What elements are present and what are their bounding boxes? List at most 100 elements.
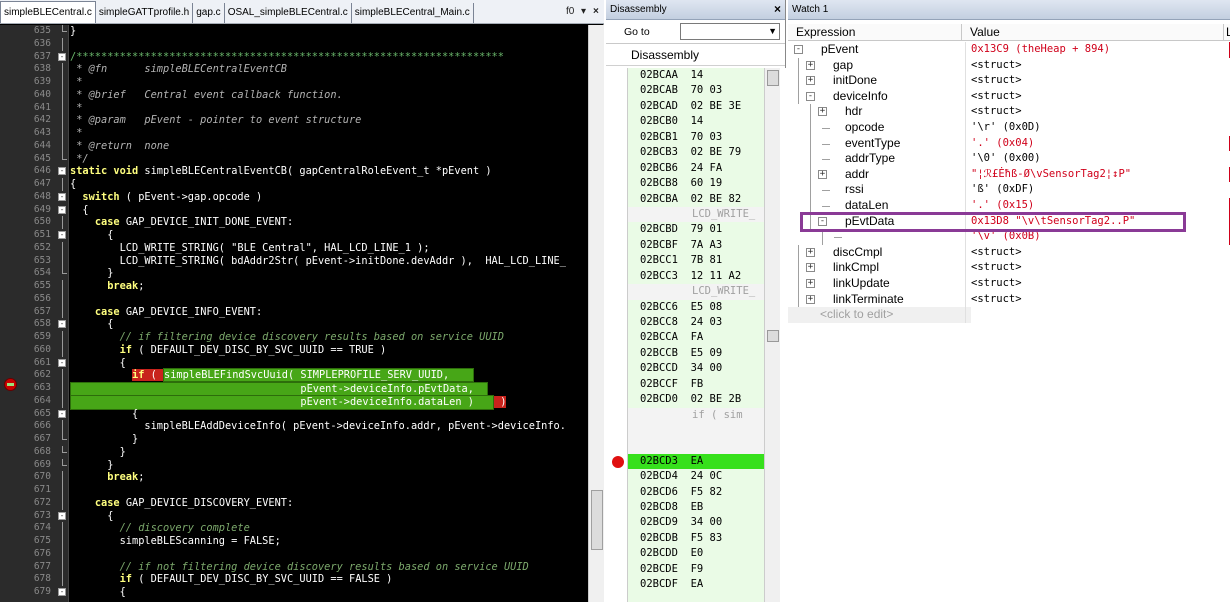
- watch-value[interactable]: <struct>: [966, 89, 1226, 105]
- fold-collapse-icon[interactable]: -: [58, 205, 66, 214]
- code-line[interactable]: */: [70, 153, 588, 166]
- watch-value[interactable]: '\r' (0x0D): [966, 120, 1226, 136]
- code-area[interactable]: 635 636 637-638 639 640 641 642 643 644 645 646-64…: [0, 25, 588, 602]
- line-number[interactable]: 673-: [0, 510, 68, 523]
- expand-icon[interactable]: +: [818, 107, 827, 117]
- fold-collapse-icon[interactable]: -: [58, 358, 66, 367]
- click-to-edit[interactable]: <click to edit>: [788, 307, 966, 323]
- disassembly-line[interactable]: 02BCAD 02 BE 3E: [628, 99, 764, 114]
- code-line[interactable]: /***************************************…: [70, 51, 588, 64]
- fold-collapse-icon[interactable]: -: [58, 231, 66, 239]
- watch-row[interactable]: opcode '\r' (0x0D): [788, 119, 1230, 136]
- file-tab-simpleblecentral-main-c[interactable]: simpleBLECentral_Main.c: [352, 3, 474, 23]
- watch-expression[interactable]: + linkUpdate: [788, 275, 966, 292]
- disassembly-line[interactable]: 02BCDD E0: [628, 546, 764, 561]
- watch-row[interactable]: - pEvent 0x13C9 (theHeap + 894): [788, 42, 1230, 58]
- watch-value[interactable]: 0x13C9 (theHeap + 894): [966, 42, 1226, 58]
- disassembly-source-line[interactable]: LCD_WRITE_: [628, 284, 764, 300]
- disassembly-line[interactable]: 02BCCD 34 00: [628, 361, 764, 376]
- function-list-dropdown[interactable]: f0: [566, 6, 574, 17]
- watch-value[interactable]: <struct>: [966, 276, 1226, 292]
- code-line[interactable]: }: [70, 267, 588, 280]
- collapse-icon[interactable]: -: [794, 45, 803, 54]
- watch-value[interactable]: '.' (0x15): [966, 198, 1226, 214]
- disassembly-line[interactable]: 02BCBF 7A A3: [628, 238, 764, 253]
- line-number-gutter[interactable]: 635 636 637-638 639 640 641 642 643 644 645 646-64…: [0, 25, 69, 602]
- expand-icon[interactable]: +: [818, 169, 827, 179]
- code-line[interactable]: break;: [70, 471, 588, 484]
- disassembly-listing[interactable]: 02BCAA 14 02BCAB 70 03 02BCAD 02 BE 3E 02BC…: [606, 68, 786, 602]
- watch-row[interactable]: - deviceInfo <struct>: [788, 88, 1230, 105]
- code-line[interactable]: if ( DEFAULT_DEV_DISC_BY_SVC_UUID == FAL…: [70, 573, 588, 586]
- breakpoint-icon[interactable]: [612, 456, 624, 468]
- file-tab-simplegattprofile-h[interactable]: simpleGATTprofile.h: [96, 3, 194, 23]
- code-line[interactable]: }: [70, 433, 588, 446]
- watch-value[interactable]: <struct>: [966, 104, 1226, 120]
- col-value[interactable]: Value: [962, 24, 1224, 40]
- disassembly-scrollbar[interactable]: [764, 68, 780, 602]
- tab-dropdown-icon[interactable]: ▾: [581, 6, 586, 17]
- watch-add-row[interactable]: <click to edit>: [788, 307, 1230, 323]
- disassembly-lines[interactable]: 02BCAA 14 02BCAB 70 03 02BCAD 02 BE 3E 02BC…: [628, 68, 764, 602]
- line-number[interactable]: 652: [0, 241, 68, 255]
- file-tab-osal-simpleblecentral-c[interactable]: OSAL_simpleBLECentral.c: [225, 3, 352, 23]
- code-line[interactable]: // if filtering device discovery results…: [70, 331, 588, 344]
- watch-value[interactable]: <struct>: [966, 245, 1226, 261]
- watch-expression[interactable]: + hdr: [788, 104, 966, 120]
- code-line[interactable]: pEvent->deviceInfo.pEvtData,: [70, 382, 588, 397]
- watch-row[interactable]: '\v' (0x0B): [788, 229, 1230, 245]
- line-number[interactable]: 659: [0, 331, 68, 344]
- line-number[interactable]: 637-: [0, 51, 68, 64]
- line-number[interactable]: 667: [0, 433, 68, 446]
- line-number[interactable]: 660: [0, 343, 68, 357]
- code-line[interactable]: }: [70, 446, 588, 459]
- disassembly-line[interactable]: 02BCB3 02 BE 79: [628, 145, 764, 160]
- col-location[interactable]: L: [1224, 24, 1230, 40]
- expand-icon[interactable]: +: [806, 60, 815, 70]
- code-line[interactable]: }: [70, 459, 588, 472]
- watch-expression[interactable]: rssi: [788, 182, 966, 198]
- watch-row[interactable]: rssi 'ß' (0xDF): [788, 182, 1230, 198]
- fold-collapse-icon[interactable]: -: [58, 511, 66, 520]
- watch-value[interactable]: "¦ℛ£Ėħß-Ø\vSensorTag2¦↕P": [966, 167, 1226, 183]
- code-line[interactable]: [70, 293, 588, 306]
- watch-expression[interactable]: - pEvent: [788, 42, 966, 58]
- code-line[interactable]: {: [70, 229, 588, 242]
- disassembly-current-line[interactable]: 02BCD3 EA: [628, 453, 764, 470]
- line-number[interactable]: 642: [0, 114, 68, 127]
- line-number[interactable]: 674: [0, 522, 68, 535]
- editor-scrollbar-thumb[interactable]: [591, 490, 603, 550]
- code-line[interactable]: pEvent->deviceInfo.dataLen ) ): [70, 394, 588, 410]
- line-number[interactable]: 655: [0, 280, 68, 293]
- disassembly-line[interactable]: 02BCB0 14: [628, 114, 764, 129]
- watch-expression[interactable]: - deviceInfo: [788, 88, 966, 105]
- code-line[interactable]: * @return none: [70, 140, 588, 153]
- watch-row[interactable]: - pEvtData 0x13D8 "\v\tSensorTag2..P": [788, 213, 1230, 230]
- code-line[interactable]: {: [70, 204, 588, 217]
- code-line[interactable]: }: [70, 25, 588, 38]
- line-number[interactable]: 650: [0, 216, 68, 229]
- watch-expression[interactable]: addrType: [788, 151, 966, 167]
- watch-row[interactable]: addrType '\0' (0x00): [788, 151, 1230, 167]
- goto-input[interactable]: ▼: [680, 23, 780, 40]
- code-line[interactable]: static void simpleBLECentralEventCB( gap…: [70, 165, 588, 178]
- fold-collapse-icon[interactable]: -: [58, 167, 66, 176]
- code-line[interactable]: switch ( pEvent->gap.opcode ): [70, 191, 588, 204]
- line-number[interactable]: 648-: [0, 191, 68, 204]
- disassembly-line[interactable]: 02BCD8 EB: [628, 500, 764, 515]
- watch-expression[interactable]: + gap: [788, 57, 966, 74]
- code-line[interactable]: // if not filtering device discovery res…: [70, 561, 588, 574]
- disassembly-line[interactable]: 02BCB8 60 19: [628, 176, 764, 191]
- disassembly-line[interactable]: 02BCBA 02 BE 82: [628, 192, 764, 207]
- breakpoint-current-icon[interactable]: [4, 378, 17, 391]
- disassembly-line[interactable]: 02BCD0 02 BE 2B: [628, 392, 764, 407]
- collapse-icon[interactable]: -: [818, 216, 827, 226]
- code-line[interactable]: *: [70, 102, 588, 115]
- disassembly-line[interactable]: 02BCB1 70 03: [628, 130, 764, 145]
- disassembly-line[interactable]: 02BCCF FB: [628, 377, 764, 392]
- line-number[interactable]: 656: [0, 292, 68, 306]
- fold-collapse-icon[interactable]: -: [58, 409, 66, 418]
- scroll-up-icon[interactable]: [767, 70, 779, 86]
- expand-icon[interactable]: +: [806, 76, 815, 86]
- line-number[interactable]: 647: [0, 178, 68, 191]
